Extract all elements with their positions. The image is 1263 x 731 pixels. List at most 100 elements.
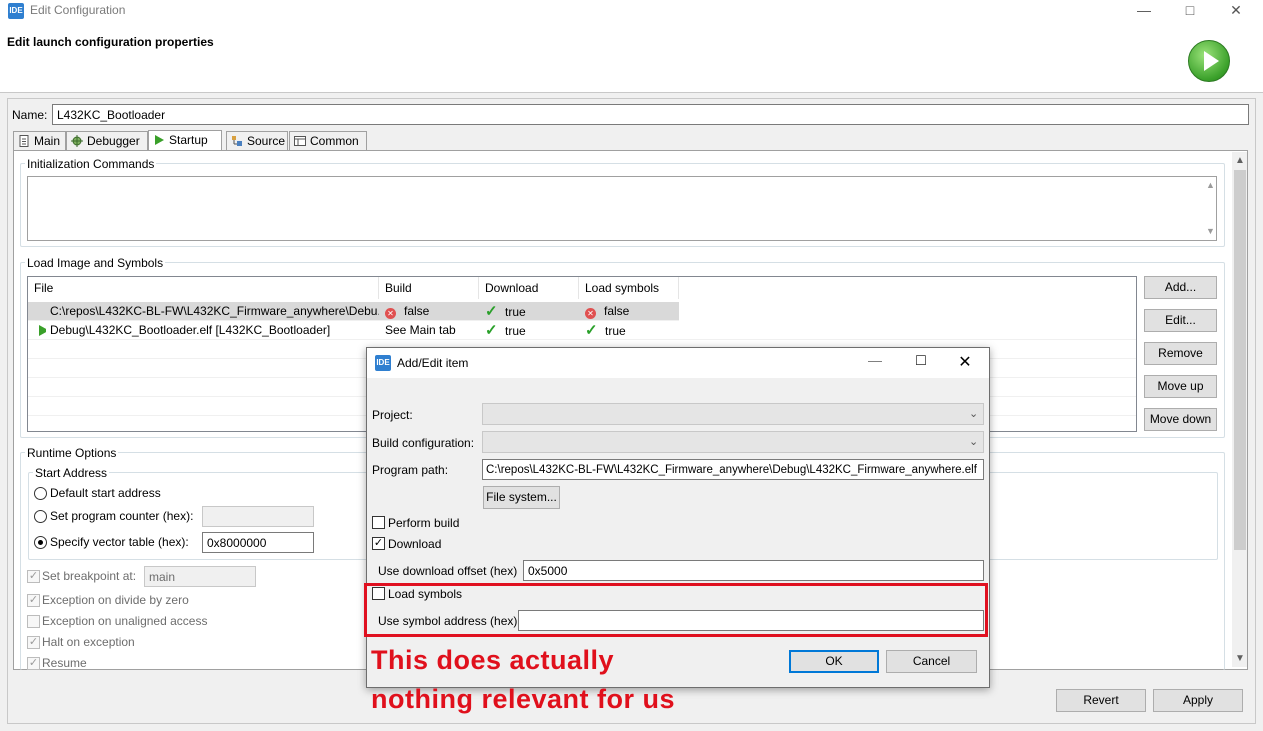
dialog-close-button[interactable]: ✕ (945, 352, 985, 372)
column-header-build[interactable]: Build (379, 277, 479, 299)
exc-unaligned-checkbox[interactable] (27, 615, 40, 628)
project-combo[interactable]: ⌄ (482, 403, 984, 425)
file-system-button[interactable]: File system... (483, 486, 560, 509)
scroll-down-icon[interactable]: ▼ (1206, 226, 1215, 236)
move-down-button[interactable]: Move down (1144, 408, 1217, 431)
tab-debugger[interactable]: Debugger (66, 131, 148, 151)
tab-common[interactable]: Common (289, 131, 367, 151)
dialog-maximize-button[interactable]: □ (901, 352, 941, 370)
run-icon (1188, 40, 1230, 82)
download-offset-input[interactable] (523, 560, 984, 581)
maximize-button[interactable]: □ (1167, 0, 1213, 22)
project-label: Project: (372, 408, 413, 422)
download-cell: ✓ true (485, 303, 526, 320)
apply-button[interactable]: Apply (1153, 689, 1243, 712)
table-row[interactable]: Debug\L432KC_Bootloader.elf [L432KC_Boot… (28, 321, 1136, 340)
tab-source[interactable]: Source (226, 131, 288, 151)
name-label: Name: (12, 108, 48, 122)
play-icon (153, 134, 165, 146)
tab-label: Debugger (87, 134, 140, 148)
download-checkbox[interactable]: ✓ (372, 537, 385, 550)
build-cell: ✕ false (379, 302, 479, 321)
ide-app-icon: IDE (8, 3, 24, 19)
vector-table-radio[interactable] (34, 536, 47, 549)
tab-main[interactable]: Main (13, 131, 66, 151)
tab-label: Common (310, 134, 359, 148)
tab-label: Source (247, 134, 286, 148)
minimize-button[interactable]: — (1121, 0, 1167, 22)
perform-build-checkbox[interactable] (372, 516, 385, 529)
vector-table-input[interactable] (202, 532, 314, 553)
breakpoint-input[interactable] (144, 566, 256, 587)
scroll-up-icon[interactable]: ▲ (1235, 155, 1245, 166)
column-header-load-symbols[interactable]: Load symbols (579, 277, 679, 299)
tab-label: Startup (169, 133, 208, 147)
download-label: Download (388, 537, 442, 551)
exc-unaligned-label: Exception on unaligned access (42, 614, 208, 628)
page-title: Edit launch configuration properties (7, 35, 214, 49)
default-start-radio[interactable] (34, 487, 47, 500)
set-breakpoint-label: Set breakpoint at: (42, 569, 137, 583)
close-window-button[interactable]: ✕ (1213, 0, 1259, 22)
program-counter-input[interactable] (202, 506, 314, 527)
revert-button[interactable]: Revert (1056, 689, 1146, 712)
ok-button[interactable]: OK (789, 650, 879, 673)
checkmark-icon: ✓ (585, 322, 598, 339)
scroll-up-icon[interactable]: ▲ (1206, 180, 1215, 190)
common-icon (294, 135, 306, 147)
table-row[interactable]: C:\repos\L432KC-BL-FW\L432KC_Firmware_an… (28, 302, 679, 321)
column-header-file[interactable]: File (28, 277, 379, 299)
tab-label: Main (34, 134, 61, 148)
annotation-line-1: This does actually (371, 645, 615, 675)
build-config-label: Build configuration: (372, 436, 475, 450)
dialog-title: Add/Edit item (397, 356, 469, 370)
remove-button[interactable]: Remove (1144, 342, 1217, 365)
edit-button[interactable]: Edit... (1144, 309, 1217, 332)
annotation-highlight-box (364, 583, 988, 637)
download-cell: ✓ true (485, 322, 526, 339)
ide-app-icon: IDE (375, 355, 391, 371)
init-commands-title: Initialization Commands (25, 157, 157, 171)
textarea-scrollbar[interactable]: ▲ ▼ (1204, 177, 1216, 240)
runtime-options-title: Runtime Options (25, 446, 119, 460)
set-breakpoint-checkbox[interactable]: ✓ (27, 570, 40, 583)
dialog-title-bar: IDE Add/Edit item — □ ✕ (367, 348, 989, 378)
tab-startup[interactable]: Startup (148, 130, 222, 151)
document-icon (18, 135, 30, 147)
scrollbar-thumb[interactable] (1234, 170, 1246, 550)
chevron-down-icon: ⌄ (969, 408, 979, 420)
name-input[interactable] (52, 104, 1249, 125)
add-button[interactable]: Add... (1144, 276, 1217, 299)
column-header-download[interactable]: Download (479, 277, 579, 299)
set-pc-radio[interactable] (34, 510, 47, 523)
checkmark-icon: ✓ (485, 322, 498, 339)
exc-div-zero-checkbox[interactable]: ✓ (27, 594, 40, 607)
program-path-input[interactable] (482, 459, 984, 480)
halt-on-exc-label: Halt on exception (42, 635, 135, 649)
false-x-icon: ✕ (385, 308, 396, 319)
cancel-button[interactable]: Cancel (886, 650, 977, 673)
halt-on-exc-checkbox[interactable]: ✓ (27, 636, 40, 649)
build-cell: See Main tab (385, 323, 456, 337)
dialog-minimize-button[interactable]: — (855, 352, 895, 368)
source-icon (231, 135, 243, 147)
program-path-label: Program path: (372, 463, 449, 477)
resume-checkbox[interactable]: ✓ (27, 657, 40, 670)
init-commands-textarea[interactable]: ▲ ▼ (27, 176, 1217, 241)
vector-table-label: Specify vector table (hex): (50, 535, 189, 549)
build-config-combo[interactable]: ⌄ (482, 431, 984, 453)
exc-div-zero-label: Exception on divide by zero (42, 593, 189, 607)
bug-gear-icon (71, 135, 83, 147)
perform-build-label: Perform build (388, 516, 460, 530)
title-bar: IDE Edit Configuration — □ ✕ (0, 0, 1263, 22)
window-title: Edit Configuration (30, 3, 126, 17)
header-area: Edit launch configuration properties (0, 22, 1263, 93)
default-start-label: Default start address (50, 486, 161, 500)
move-up-button[interactable]: Move up (1144, 375, 1217, 398)
set-pc-label: Set program counter (hex): (50, 509, 194, 523)
load-symbols-cell: ✕ false (579, 302, 679, 321)
chevron-down-icon: ⌄ (969, 436, 979, 448)
download-offset-label: Use download offset (hex) (378, 564, 518, 578)
load-symbols-cell: ✓ true (585, 322, 626, 339)
scroll-down-icon[interactable]: ▼ (1235, 653, 1245, 664)
